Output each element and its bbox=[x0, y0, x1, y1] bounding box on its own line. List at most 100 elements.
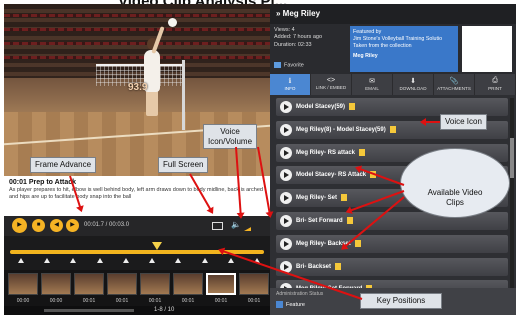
voice-note-icon[interactable] bbox=[354, 239, 361, 247]
speaker-icon[interactable]: 🔈 bbox=[231, 220, 241, 229]
arena-sign: 93.9 bbox=[128, 82, 148, 93]
tab-info[interactable]: ℹ INFO bbox=[270, 74, 311, 95]
clip-item[interactable]: Meg Riley- Backset bbox=[276, 234, 508, 253]
key-position-tick[interactable] bbox=[175, 258, 182, 263]
callout-voice-line2: Icon/Volume bbox=[208, 136, 253, 146]
frame-back-button[interactable]: ◀ bbox=[50, 219, 63, 232]
callout-oval bbox=[400, 148, 510, 218]
thumbnail-time: 00:01 bbox=[115, 298, 129, 304]
clip-label: Meg Riley(8) - Model Stacey(59) bbox=[296, 125, 396, 133]
play-circle-icon[interactable] bbox=[280, 146, 292, 159]
featured-source[interactable]: Jim Stone's Volleyball Training Solutio bbox=[353, 36, 455, 43]
frame-thumbnail[interactable] bbox=[173, 273, 203, 295]
clip-title: Meg Riley(8) - Model Stacey(59) bbox=[296, 126, 386, 133]
thumbnail-time: 00:00 bbox=[16, 298, 30, 304]
frame-count: 1-8 / 10 bbox=[154, 307, 175, 313]
tab-label: LINK / EMBED bbox=[315, 85, 347, 90]
callout-voice-volume: Voice Icon/Volume bbox=[203, 124, 258, 150]
key-position-tick[interactable] bbox=[149, 258, 156, 263]
seat-row bbox=[4, 14, 270, 17]
clip-list-scrollbar[interactable] bbox=[510, 98, 514, 288]
featured-thumbnail[interactable] bbox=[462, 26, 512, 72]
tab-icon: ⎙ bbox=[492, 77, 498, 84]
thumbnail-time: 00:01 bbox=[247, 298, 261, 304]
callout-voice-icon: Voice Icon bbox=[440, 114, 487, 130]
clip-title: Bri- Set Forward bbox=[296, 218, 343, 225]
admin-label: Administration Status bbox=[276, 291, 324, 297]
key-position-tick[interactable] bbox=[18, 258, 24, 263]
feature-label: Feature bbox=[286, 301, 305, 308]
key-position-tick[interactable] bbox=[96, 258, 103, 263]
frame-thumbnail[interactable] bbox=[239, 273, 269, 295]
voice-note-icon[interactable] bbox=[346, 216, 353, 224]
tab-icon: ✉ bbox=[369, 78, 375, 85]
scroll-thumb[interactable] bbox=[510, 138, 514, 178]
clip-item[interactable]: Bri- Backset bbox=[276, 257, 508, 276]
seat-row bbox=[4, 56, 270, 59]
volume-slider[interactable] bbox=[244, 221, 262, 231]
play-circle-icon[interactable] bbox=[280, 123, 292, 136]
key-position-tick[interactable] bbox=[227, 258, 234, 263]
clip-info: Views: 4 Added: 7 hours ago Duration: 02… bbox=[270, 24, 516, 74]
play-circle-icon[interactable] bbox=[280, 101, 292, 113]
frame-thumbnail[interactable] bbox=[140, 273, 170, 295]
frame-thumbnail[interactable] bbox=[74, 273, 104, 295]
tab-attachments[interactable]: 📎 ATTACHMENTS bbox=[434, 74, 475, 95]
scroll-track[interactable] bbox=[44, 309, 134, 312]
collection-name[interactable]: Meg Riley bbox=[353, 53, 455, 60]
play-circle-icon[interactable] bbox=[280, 169, 292, 182]
playhead-marker[interactable] bbox=[152, 242, 163, 250]
frame-thumbnail[interactable] bbox=[41, 273, 71, 295]
tab-download[interactable]: ⬇ DOWNLOAD bbox=[393, 74, 434, 95]
voice-note-icon[interactable] bbox=[389, 125, 396, 133]
seat-row bbox=[4, 28, 270, 31]
featured-by: Featured by bbox=[353, 29, 382, 35]
play-circle-icon[interactable] bbox=[280, 192, 292, 205]
clip-title: Model Stacey- RS Attack bbox=[296, 172, 367, 179]
play-circle-icon[interactable] bbox=[280, 214, 292, 227]
play-circle-icon[interactable] bbox=[280, 237, 292, 250]
voice-note-icon[interactable] bbox=[335, 262, 342, 270]
volleyball bbox=[168, 18, 177, 27]
frame-forward-button[interactable]: ▶ bbox=[66, 219, 79, 232]
frame-thumbnail[interactable] bbox=[8, 273, 38, 295]
clip-title: Meg Riley- Set bbox=[296, 195, 338, 202]
voice-note-icon[interactable] bbox=[359, 148, 366, 156]
feature-toggle[interactable]: Feature bbox=[276, 301, 305, 308]
player-controls: ▶ ■ ◀ ▶ 00:01.7 / 00:03.0 🔈 bbox=[4, 216, 270, 236]
tab-label: EMAIL bbox=[365, 86, 379, 91]
clip-title: Meg Riley- RS attack bbox=[296, 149, 356, 156]
feature-checkbox[interactable] bbox=[276, 301, 283, 308]
clip-title: Bri- Backset bbox=[296, 263, 332, 270]
tab-label: ATTACHMENTS bbox=[437, 86, 471, 91]
panel-header: » Meg Riley bbox=[270, 4, 516, 24]
clip-label: Meg Riley- Set bbox=[296, 194, 348, 202]
caption-title: 00:01 Prep to Attack bbox=[9, 179, 77, 186]
caption-description: As player prepares to hit, elbow is well… bbox=[9, 187, 263, 200]
key-position-tick[interactable] bbox=[201, 258, 208, 263]
key-position-tick[interactable] bbox=[70, 258, 77, 263]
key-position-tick[interactable] bbox=[122, 258, 129, 263]
fullscreen-button[interactable] bbox=[212, 222, 223, 230]
thumbnail-scrollbar[interactable]: 1-8 / 10 bbox=[4, 306, 270, 315]
athlete-legs bbox=[146, 90, 158, 116]
voice-note-icon[interactable] bbox=[349, 103, 356, 110]
tab-label: INFO bbox=[284, 86, 296, 91]
stop-button[interactable]: ■ bbox=[32, 219, 45, 232]
callout-available-clips: Available Video Clips bbox=[415, 188, 495, 207]
thumbnail-time: 00:01 bbox=[214, 298, 228, 304]
favorite-button[interactable]: Favorite bbox=[274, 62, 304, 68]
net-pole bbox=[182, 60, 185, 130]
video-frame[interactable]: 93.9 bbox=[4, 4, 270, 176]
frame-thumbnail[interactable] bbox=[107, 273, 137, 295]
tab-icon: ℹ bbox=[288, 78, 292, 85]
frame-caption: 00:01 Prep to Attack As player prepares … bbox=[4, 176, 270, 216]
callout-full-screen: Full Screen bbox=[158, 157, 209, 173]
key-position-tick[interactable] bbox=[44, 258, 51, 263]
play-button[interactable]: ▶ bbox=[12, 218, 27, 233]
frame-thumbnail[interactable] bbox=[206, 273, 236, 295]
tab-link-embed[interactable]: <> LINK / EMBED bbox=[311, 74, 352, 95]
tab-print[interactable]: ⎙ PRINT bbox=[475, 74, 516, 95]
tab-email[interactable]: ✉ EMAIL bbox=[352, 74, 393, 95]
voice-note-icon[interactable] bbox=[341, 194, 348, 202]
